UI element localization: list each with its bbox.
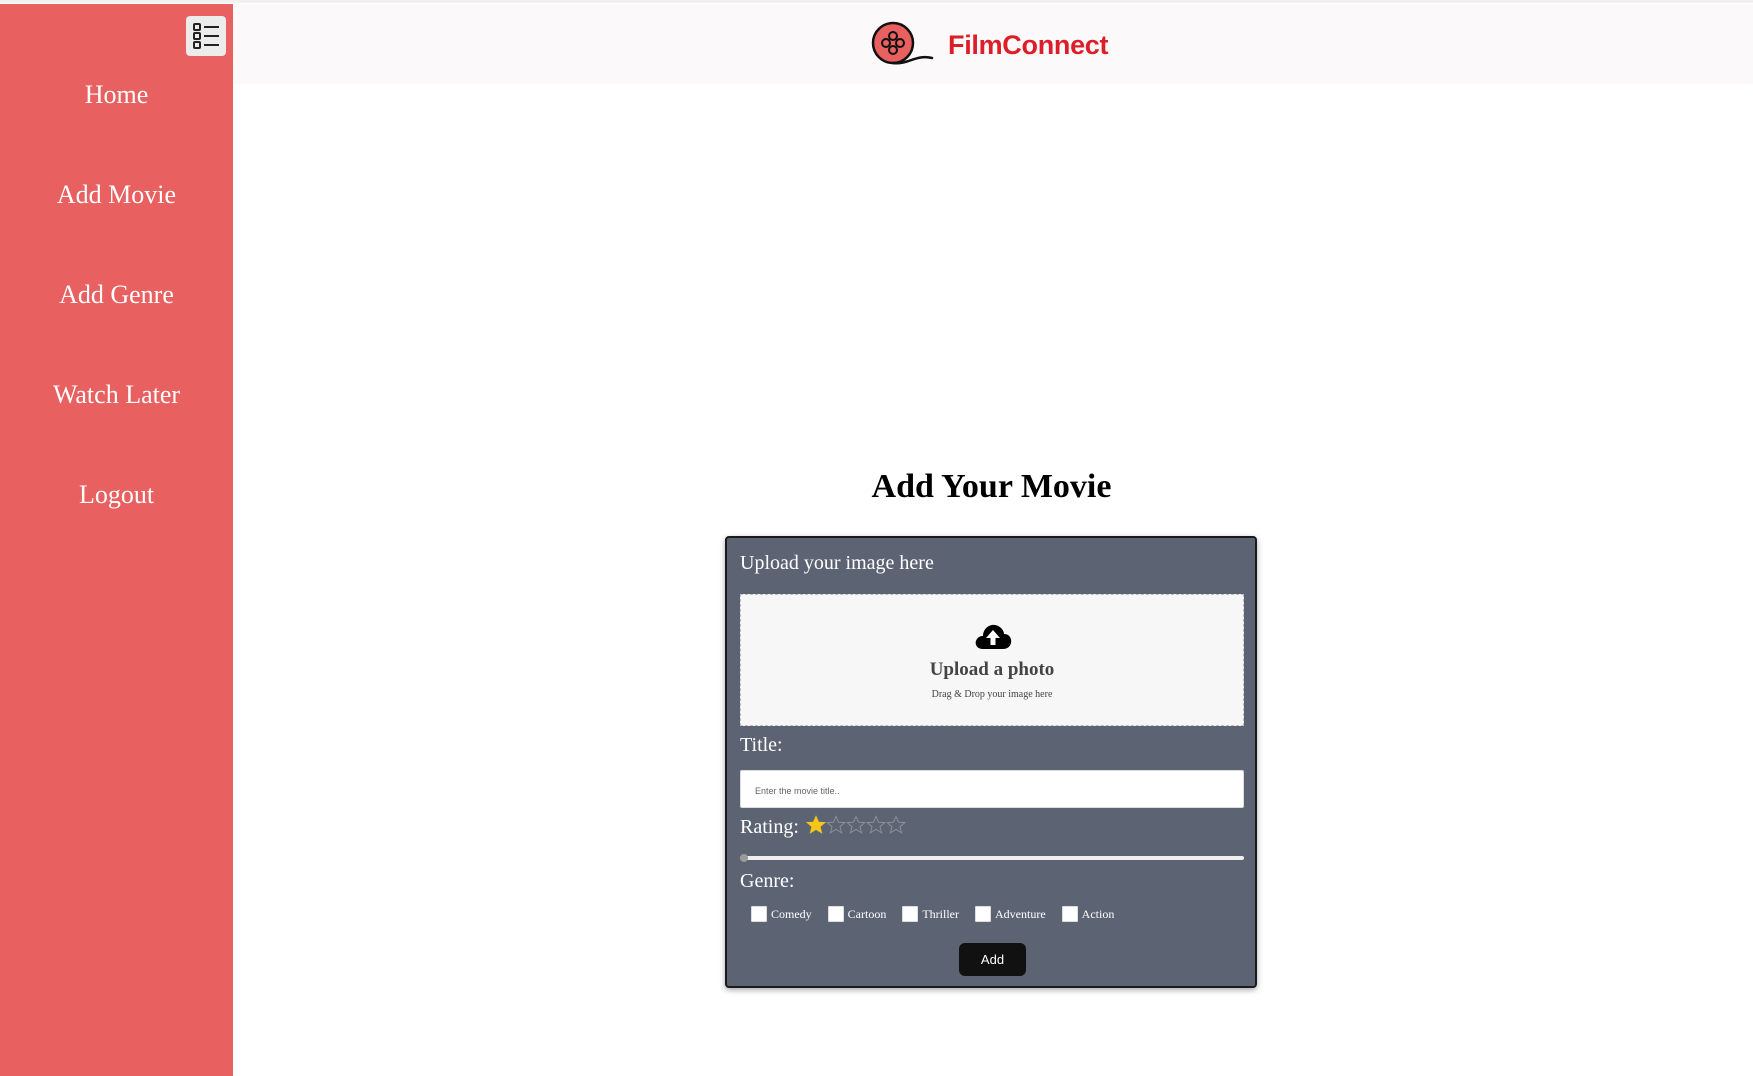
checkbox-icon[interactable]: [827, 906, 844, 922]
genre-label-thriller: Thriller: [922, 906, 959, 921]
add-movie-form: Upload your image here Upload a photo Dr…: [725, 536, 1257, 988]
dropzone-subtitle: Drag & Drop your image here: [931, 689, 1053, 700]
sidebar-item-watch-later[interactable]: Watch Later: [0, 380, 233, 410]
genre-options: Comedy Cartoon Thriller Adventure Action: [751, 906, 1130, 922]
checkbox-icon[interactable]: [975, 906, 991, 922]
menu-toggle-button[interactable]: [186, 16, 226, 56]
page-title: Add Your Movie: [871, 468, 1112, 505]
sidebar-item-add-genre[interactable]: Add Genre: [0, 280, 233, 310]
upload-label: Upload your image here: [740, 552, 934, 574]
rating-slider-handle[interactable]: [740, 854, 748, 862]
genre-option-thriller[interactable]: Thriller: [902, 906, 959, 922]
cloud-upload-icon: [975, 624, 1012, 649]
checkbox-icon[interactable]: [751, 906, 767, 922]
top-header: FilmConnect: [233, 4, 1753, 84]
title-input[interactable]: [740, 770, 1244, 808]
rating-label: Rating:: [740, 816, 799, 838]
top-border: [0, 0, 1753, 3]
star-icon[interactable]: [886, 815, 906, 835]
genre-label-cartoon: Cartoon: [847, 906, 887, 921]
star-icon[interactable]: [846, 815, 866, 835]
dropzone-title: Upload a photo: [929, 659, 1055, 680]
menu-list-icon: [193, 23, 219, 49]
genre-label: Genre:: [740, 870, 795, 892]
genre-option-cartoon[interactable]: Cartoon: [827, 906, 887, 922]
genre-label-action: Action: [1081, 906, 1115, 921]
image-dropzone[interactable]: Upload a photo Drag & Drop your image he…: [740, 594, 1244, 726]
sidebar-item-home[interactable]: Home: [0, 80, 233, 110]
sidebar-item-logout[interactable]: Logout: [0, 480, 233, 510]
genre-label-comedy: Comedy: [771, 906, 812, 921]
checkbox-icon[interactable]: [1061, 906, 1078, 922]
rating-slider[interactable]: [740, 856, 1244, 860]
star-icon[interactable]: [826, 815, 846, 835]
brand-name[interactable]: FilmConnect: [948, 30, 1109, 61]
film-reel-logo-icon: [871, 21, 934, 65]
genre-label-adventure: Adventure: [995, 906, 1046, 921]
checkbox-icon[interactable]: [902, 906, 919, 922]
star-icon[interactable]: [806, 815, 826, 835]
star-icon[interactable]: [866, 815, 886, 835]
genre-option-adventure[interactable]: Adventure: [975, 906, 1046, 922]
sidebar: Home Add Movie Add Genre Watch Later Log…: [0, 4, 233, 1076]
title-label: Title:: [740, 734, 783, 756]
genre-option-comedy[interactable]: Comedy: [751, 906, 812, 922]
genre-option-action[interactable]: Action: [1061, 906, 1115, 922]
add-button[interactable]: Add: [959, 943, 1026, 976]
sidebar-item-add-movie[interactable]: Add Movie: [0, 180, 233, 210]
rating-stars[interactable]: [806, 815, 906, 835]
